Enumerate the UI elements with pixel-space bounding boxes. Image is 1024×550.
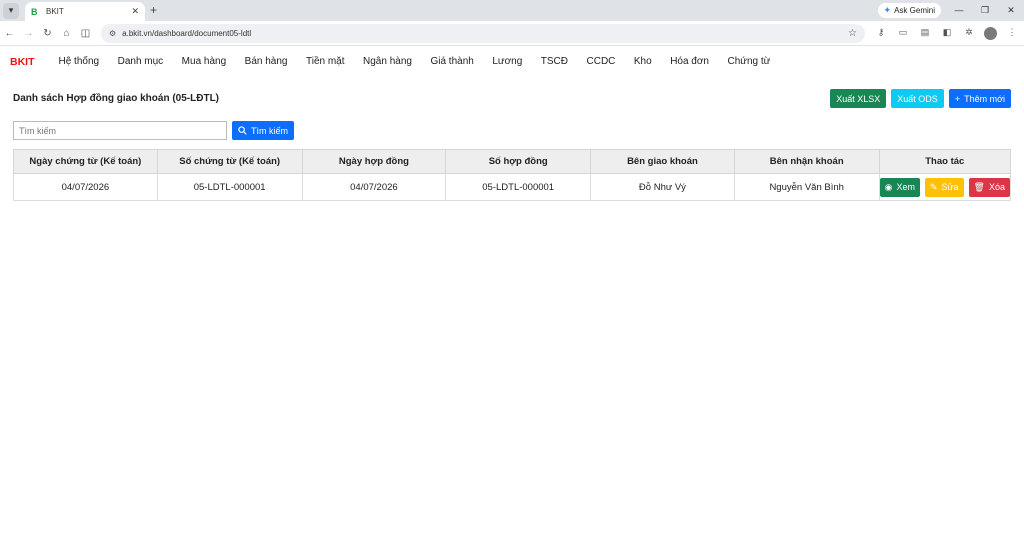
page-title: Danh sách Hợp đồng giao khoán (05-LĐTL) bbox=[13, 93, 220, 104]
brand-logo[interactable]: BKIT bbox=[10, 56, 35, 68]
split-view-icon[interactable]: ◫ bbox=[76, 28, 95, 39]
add-new-button[interactable]: + Thêm mới bbox=[948, 89, 1011, 108]
restore-icon[interactable]: ❐ bbox=[972, 0, 998, 21]
profile-avatar[interactable] bbox=[984, 26, 997, 40]
reload-icon[interactable]: ↻ bbox=[38, 28, 57, 39]
column-header: Số hợp đồng bbox=[445, 149, 592, 174]
cell-doc-number: 05-LDTL-000001 bbox=[156, 173, 303, 201]
gemini-icon: ✦ bbox=[883, 5, 892, 15]
ask-gemini-label: Ask Gemini bbox=[894, 6, 935, 15]
menu-item[interactable]: Ngân hàng bbox=[363, 56, 412, 67]
menu-item[interactable]: Bán hàng bbox=[245, 56, 288, 67]
export-xlsx-button[interactable]: Xuất XLSX bbox=[830, 89, 887, 108]
delete-button[interactable]: 🗑 Xóa bbox=[968, 177, 1010, 197]
table-header-row: Ngày chứng từ (Kế toán) Số chứng từ (Kế … bbox=[13, 149, 1012, 174]
cell-assignee: Nguyễn Văn Bình bbox=[733, 173, 880, 201]
close-tab-icon[interactable]: ✕ bbox=[131, 6, 139, 17]
forward-icon[interactable]: → bbox=[19, 28, 38, 39]
menu-item[interactable]: Tiền mặt bbox=[306, 56, 345, 67]
menu-item[interactable]: TSCĐ bbox=[541, 56, 568, 67]
menu-item[interactable]: Mua hàng bbox=[182, 56, 226, 67]
trash-icon: 🗑 bbox=[973, 181, 985, 192]
column-header: Thao tác bbox=[878, 149, 1012, 174]
bookmark-star-icon[interactable]: ☆ bbox=[848, 28, 857, 39]
card-icon[interactable]: ▭ bbox=[893, 27, 913, 40]
edit-label: Sửa bbox=[941, 182, 959, 192]
eye-icon: ◉ bbox=[884, 181, 893, 192]
menu-item[interactable]: Kho bbox=[634, 56, 652, 67]
tab-title: BKIT bbox=[46, 7, 64, 16]
cell-contract-number: 05-LDTL-000001 bbox=[445, 173, 592, 201]
page-actions: Xuất XLSX Xuất ODS + Thêm mới bbox=[830, 89, 1011, 108]
edit-button[interactable]: ✎ Sửa bbox=[924, 177, 964, 197]
menu-item[interactable]: CCDC bbox=[587, 56, 616, 67]
view-label: Xem bbox=[896, 182, 915, 192]
cell-actions: ◉ Xem ✎ Sửa 🗑 Xóa bbox=[878, 173, 1012, 201]
view-button[interactable]: ◉ Xem bbox=[879, 177, 920, 197]
export-ods-button[interactable]: Xuất ODS bbox=[891, 89, 944, 108]
browser-toolbar: ← → ↻ ⌂ ◫ ⚙ a.bkit.vn/dashboard/document… bbox=[0, 21, 1024, 46]
new-tab-icon[interactable]: + bbox=[150, 3, 157, 17]
plus-icon: + bbox=[954, 93, 961, 104]
menu-item[interactable]: Hóa đơn bbox=[670, 56, 709, 67]
search-button-label: Tìm kiếm bbox=[251, 125, 288, 136]
reading-list-icon[interactable]: ▤ bbox=[915, 27, 935, 40]
menu-item[interactable]: Lương bbox=[492, 56, 522, 67]
password-key-icon[interactable]: ⚷ bbox=[871, 27, 891, 40]
contracts-table: Ngày chứng từ (Kế toán) Số chứng từ (Kế … bbox=[13, 149, 1012, 201]
cell-assigner: Đỗ Như Vý bbox=[590, 173, 735, 201]
ask-gemini-button[interactable]: ✦ Ask Gemini bbox=[877, 3, 941, 18]
browser-tab[interactable]: B BKIT ✕ bbox=[25, 2, 145, 21]
table-row: 04/07/2026 05-LDTL-000001 04/07/2026 05-… bbox=[13, 173, 1012, 201]
toolbar-icons: ⚷ ▭ ▤ ◧ ✲ ⋮ bbox=[871, 26, 1022, 40]
menu-item[interactable]: Danh mục bbox=[118, 56, 164, 67]
column-header: Ngày chứng từ (Kế toán) bbox=[13, 149, 158, 174]
search-icon bbox=[238, 126, 247, 135]
app-navbar: BKIT Hệ thống Danh mục Mua hàng Bán hàng… bbox=[0, 47, 1024, 76]
sidebar-icon[interactable]: ◧ bbox=[937, 27, 957, 40]
menu-item[interactable]: Chứng từ bbox=[728, 56, 771, 67]
home-icon[interactable]: ⌂ bbox=[57, 28, 76, 39]
search-input[interactable] bbox=[13, 121, 227, 140]
column-header: Bên giao khoán bbox=[590, 149, 735, 174]
cell-doc-date: 04/07/2026 bbox=[13, 173, 158, 201]
browser-tabstrip: ▾ B BKIT ✕ + ✦ Ask Gemini — ❐ ✕ bbox=[0, 0, 1024, 21]
cell-contract-date: 04/07/2026 bbox=[301, 173, 447, 201]
pencil-icon: ✎ bbox=[929, 181, 938, 192]
window-controls: — ❐ ✕ bbox=[946, 0, 1024, 21]
tab-list-dropdown-icon[interactable]: ▾ bbox=[3, 2, 19, 19]
address-bar[interactable]: ⚙ a.bkit.vn/dashboard/document05-ldtl ☆ bbox=[101, 23, 865, 43]
extensions-icon[interactable]: ✲ bbox=[959, 27, 979, 40]
close-window-icon[interactable]: ✕ bbox=[998, 0, 1024, 21]
menu-item[interactable]: Giá thành bbox=[430, 56, 473, 67]
search-row: Tìm kiếm bbox=[13, 121, 294, 140]
menu-item[interactable]: Hệ thống bbox=[59, 56, 100, 67]
column-header: Ngày hợp đồng bbox=[301, 149, 447, 174]
back-icon[interactable]: ← bbox=[0, 28, 19, 39]
search-button[interactable]: Tìm kiếm bbox=[232, 121, 294, 140]
add-new-label: Thêm mới bbox=[964, 93, 1005, 104]
column-header: Số chứng từ (Kế toán) bbox=[156, 149, 303, 174]
delete-label: Xóa bbox=[988, 182, 1005, 192]
site-info-icon[interactable]: ⚙ bbox=[109, 29, 116, 38]
minimize-icon[interactable]: — bbox=[946, 0, 972, 21]
column-header: Bên nhận khoán bbox=[733, 149, 880, 174]
favicon-icon: B bbox=[31, 6, 38, 17]
url-text: a.bkit.vn/dashboard/document05-ldtl bbox=[122, 28, 252, 38]
menu-icon[interactable]: ⋮ bbox=[1002, 27, 1022, 40]
